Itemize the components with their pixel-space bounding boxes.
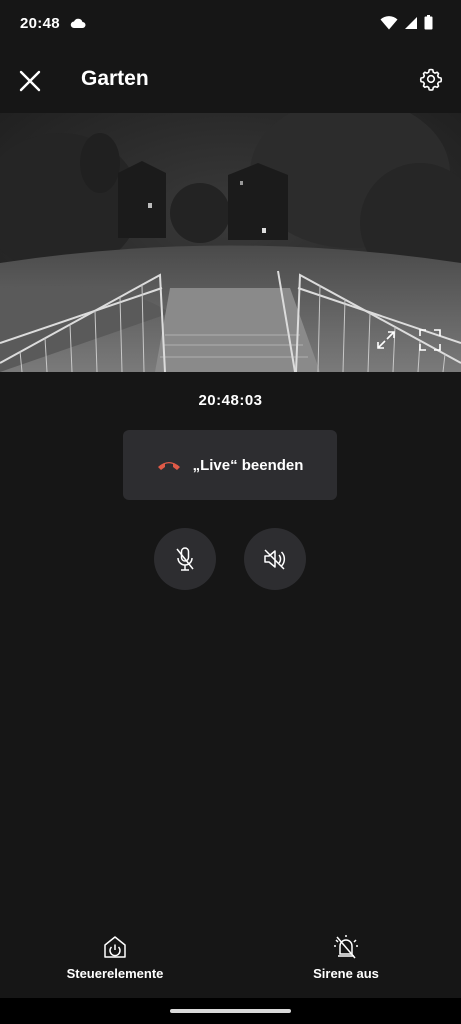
fullscreen-button[interactable] <box>416 326 444 354</box>
siren-off-tab[interactable]: Sirene aus <box>266 934 426 981</box>
microphone-muted-icon <box>176 547 194 571</box>
end-live-label: „Live“ beenden <box>192 456 304 474</box>
controls-tab[interactable]: Steuerelemente <box>35 934 195 981</box>
close-icon <box>19 70 41 92</box>
cellular-signal-icon <box>405 16 417 29</box>
siren-off-tab-label: Sirene aus <box>313 966 379 981</box>
status-bar: 20:48 <box>0 0 461 50</box>
home-power-icon <box>104 936 126 958</box>
controls-tab-label: Steuerelemente <box>66 966 164 981</box>
live-timestamp: 20:48:03 <box>198 392 263 409</box>
fullscreen-icon <box>419 329 441 351</box>
system-navigation-bar <box>0 998 461 1024</box>
live-view-screen: 20:48 Garten 20:48:03 „Live“ beenden Ste… <box>0 0 461 1024</box>
wifi-icon <box>380 15 398 29</box>
home-gesture-handle[interactable] <box>170 1009 291 1013</box>
speaker-toggle-button[interactable] <box>244 528 306 590</box>
expand-diagonal-icon <box>377 331 395 349</box>
header: Garten <box>0 55 461 111</box>
close-button[interactable] <box>12 63 48 99</box>
settings-button[interactable] <box>415 63 447 95</box>
microphone-toggle-button[interactable] <box>154 528 216 590</box>
siren-off-icon <box>334 935 358 959</box>
battery-icon <box>424 15 433 30</box>
gear-icon <box>419 68 443 91</box>
expand-button[interactable] <box>372 326 400 354</box>
hang-up-icon <box>157 462 180 470</box>
speaker-muted-icon <box>264 549 286 570</box>
end-live-button[interactable]: „Live“ beenden <box>123 430 337 500</box>
page-title: Garten <box>81 67 149 90</box>
cloud-icon <box>70 18 86 28</box>
status-time: 20:48 <box>20 15 60 32</box>
